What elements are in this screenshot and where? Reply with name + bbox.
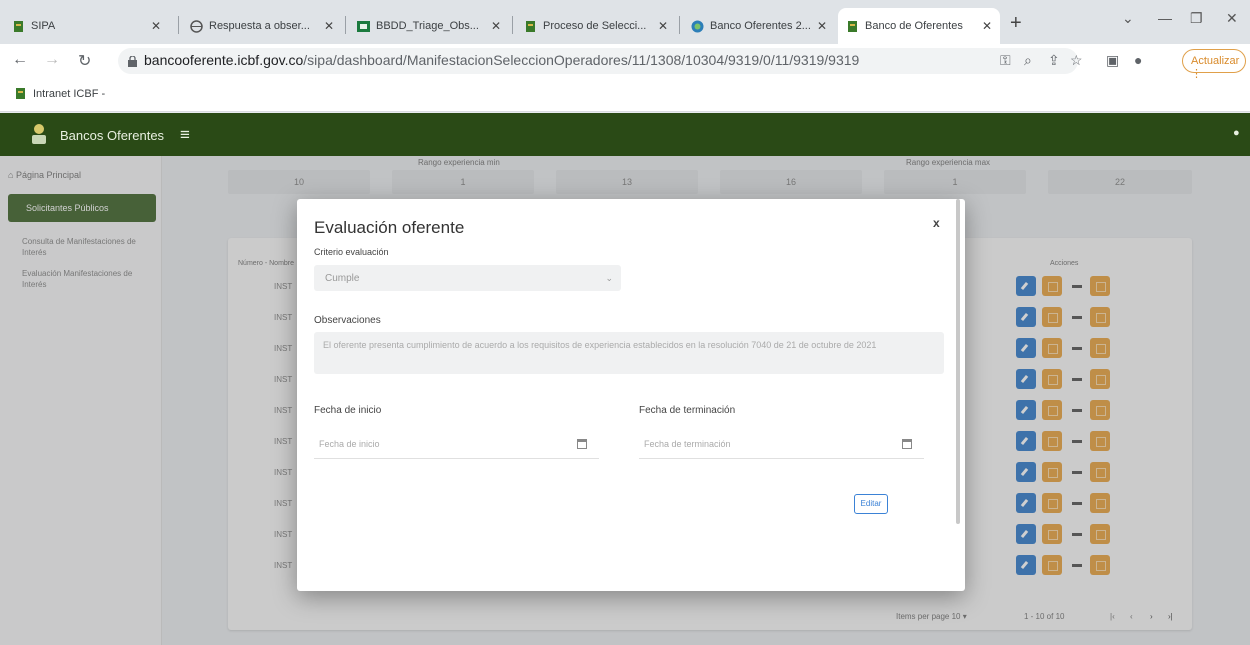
close-tab-icon[interactable]: ✕ xyxy=(817,19,827,33)
close-tab-icon[interactable]: ✕ xyxy=(658,19,668,33)
forward-icon[interactable]: → xyxy=(44,51,60,69)
sheets-favicon-icon xyxy=(357,20,370,33)
close-icon[interactable]: x xyxy=(933,216,940,230)
calendar-icon[interactable] xyxy=(902,439,912,449)
update-button[interactable]: Actualizar ⋮ xyxy=(1182,49,1246,80)
tab-divider xyxy=(345,16,346,34)
browser-tab[interactable]: Banco Oferentes 2... ✕ xyxy=(683,8,835,44)
modal-title: Evaluación oferente xyxy=(314,218,465,237)
observations-textarea[interactable]: El oferente presenta cumplimiento de acu… xyxy=(314,332,944,374)
browser-tabstrip: SIPA ✕ Respuesta a obser... ✕ BBDD_Triag… xyxy=(0,0,1250,44)
browser-tab[interactable]: BBDD_Triage_Obs... ✕ xyxy=(349,8,509,44)
edit-button[interactable]: Editar xyxy=(854,494,888,514)
chevron-down-icon: ⌄ xyxy=(605,273,613,283)
start-date-label: Fecha de inicio xyxy=(314,405,382,416)
key-icon[interactable]: ⚿ xyxy=(1000,52,1011,69)
close-window-icon[interactable]: ✕ xyxy=(1226,10,1238,27)
restore-icon[interactable]: ❐ xyxy=(1190,10,1203,27)
observations-label: Observaciones xyxy=(314,315,381,326)
back-icon[interactable]: ← xyxy=(12,51,28,69)
tab-divider xyxy=(178,16,179,34)
app-favicon-icon xyxy=(691,20,704,33)
close-tab-icon[interactable]: ✕ xyxy=(324,19,334,33)
modal-scrollbar[interactable] xyxy=(956,199,960,524)
chevron-down-icon[interactable]: ⌄ xyxy=(1122,10,1134,27)
bookmark-star-icon[interactable]: ☆ xyxy=(1070,52,1083,69)
menu-toggle-icon[interactable]: ≡ xyxy=(180,125,190,145)
bookmark-intranet[interactable]: Intranet ICBF - xyxy=(14,87,105,100)
update-label: Actualizar xyxy=(1191,55,1240,67)
icbf-favicon-icon xyxy=(846,20,859,33)
evaluation-modal: Evaluación oferente x Criterio evaluació… xyxy=(297,199,965,591)
calendar-icon[interactable] xyxy=(577,439,587,449)
close-tab-icon[interactable]: ✕ xyxy=(982,19,992,33)
icbf-logo-icon xyxy=(28,122,50,146)
url-host: bancooferente.icbf.gov.co xyxy=(144,52,304,68)
tab-label: Respuesta a obser... xyxy=(209,20,310,32)
browser-tab[interactable]: Respuesta a obser... ✕ xyxy=(182,8,342,44)
browser-tab[interactable]: Proceso de Selecci... ✕ xyxy=(516,8,676,44)
app-title: Bancos Oferentes xyxy=(60,128,165,143)
url-path: /sipa/dashboard/ManifestacionSeleccionOp… xyxy=(303,52,860,68)
criterion-select[interactable]: Cumple ⌄ xyxy=(314,265,621,291)
close-tab-icon[interactable]: ✕ xyxy=(491,19,501,33)
browser-tab-active[interactable]: Banco de Oferentes ✕ xyxy=(838,8,1000,44)
tab-label: BBDD_Triage_Obs... xyxy=(376,20,479,32)
globe-icon xyxy=(190,19,203,33)
bookmarks-bar: Intranet ICBF - xyxy=(0,78,1250,112)
user-menu-icon[interactable]: ● xyxy=(1233,127,1240,139)
tab-label: SIPA xyxy=(31,20,56,32)
tab-label: Proceso de Selecci... xyxy=(543,20,647,32)
share-icon[interactable]: ⇪ xyxy=(1048,52,1060,69)
browser-toolbar: ← → ↻ bancooferente.icbf.gov.co/sipa/das… xyxy=(0,44,1250,78)
reload-icon[interactable]: ↻ xyxy=(78,51,91,71)
new-tab-icon[interactable]: + xyxy=(1010,12,1022,35)
address-bar[interactable]: bancooferente.icbf.gov.co/sipa/dashboard… xyxy=(118,48,1078,74)
close-tab-icon[interactable]: ✕ xyxy=(151,19,161,33)
end-date-label: Fecha de terminación xyxy=(639,405,736,416)
browser-tab[interactable]: SIPA ✕ xyxy=(4,8,169,44)
tab-divider xyxy=(512,16,513,34)
tab-label: Banco Oferentes 2... xyxy=(710,20,811,32)
criterion-label: Criterio evaluación xyxy=(314,247,389,257)
end-date-placeholder: Fecha de terminación xyxy=(644,439,731,449)
end-date-input[interactable]: Fecha de terminación xyxy=(639,427,924,459)
minimize-icon[interactable]: — xyxy=(1158,10,1172,26)
icbf-favicon-icon xyxy=(14,87,27,100)
bookmark-label: Intranet ICBF - xyxy=(33,87,106,100)
icbf-favicon-icon xyxy=(12,20,25,33)
icbf-favicon-icon xyxy=(524,20,537,33)
criterion-value: Cumple xyxy=(325,273,360,284)
start-date-placeholder: Fecha de inicio xyxy=(319,439,380,449)
app-header: Bancos Oferentes ≡ ● xyxy=(0,113,1250,156)
tab-divider xyxy=(679,16,680,34)
profile-icon[interactable]: ● xyxy=(1134,52,1142,68)
zoom-icon[interactable]: ⌕ xyxy=(1024,52,1032,69)
sidepanel-icon[interactable]: ▣ xyxy=(1106,52,1119,69)
lock-icon xyxy=(128,54,137,67)
start-date-input[interactable]: Fecha de inicio xyxy=(314,427,599,459)
tab-label: Banco de Oferentes xyxy=(865,20,963,32)
